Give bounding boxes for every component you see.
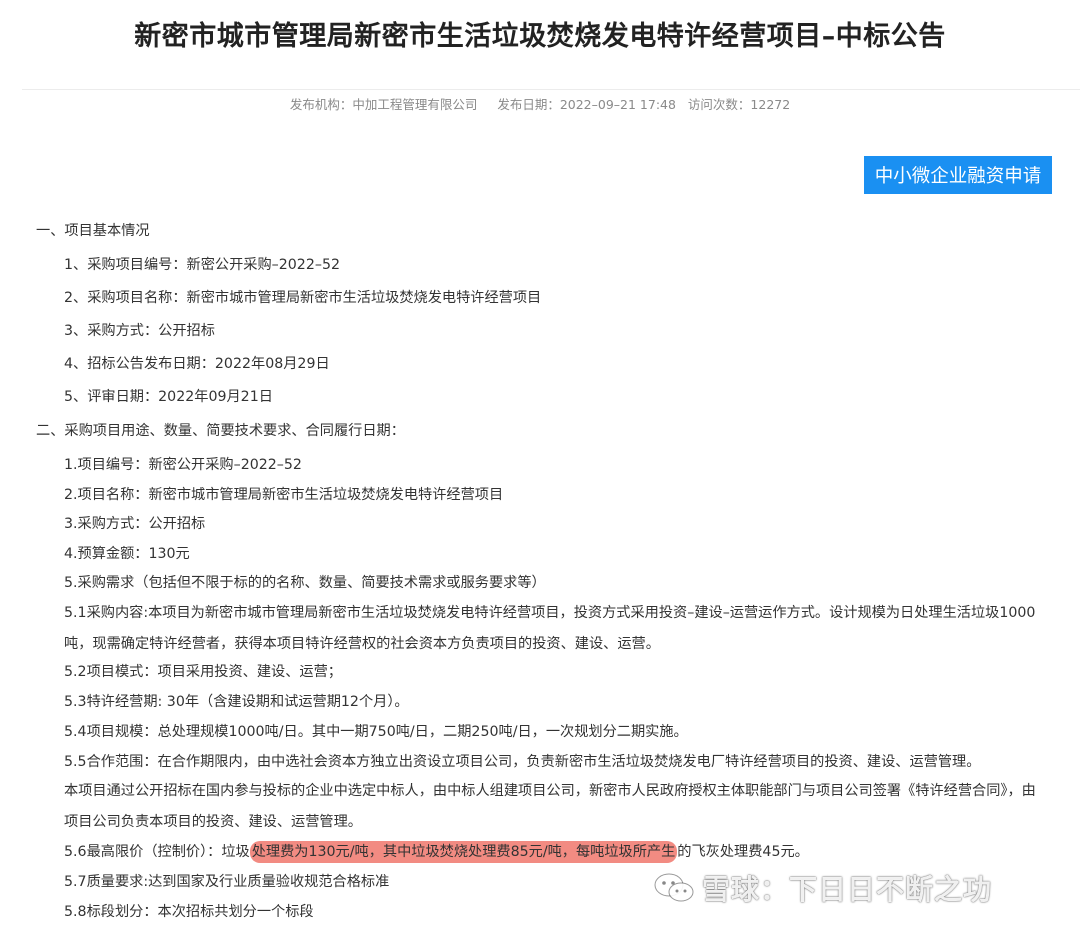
section1-item: 2、采购项目名称：新密市城市管理局新密市生活垃圾焚烧发电特许经营项目 xyxy=(64,290,542,306)
finance-apply-button[interactable]: 中小微企业融资申请 xyxy=(864,156,1052,194)
title-divider xyxy=(22,89,1080,90)
paragraph-5-5: 5.5合作范围：在合作期限内，由中选社会资本方独立出资设立项目公司，负责新密市生… xyxy=(64,754,981,770)
section2-item: 1.项目编号：新密公开采购–2022–52 xyxy=(64,457,302,473)
paragraph-5-6: 5.6最高限价（控制价）：垃圾 处理费为130元/吨，其中垃圾焚烧处理费85元/吨… xyxy=(64,841,809,863)
paragraph-5-4: 5.4项目规模：总处理规模1000吨/日。其中一期750吨/日，二期250吨/日… xyxy=(64,724,688,740)
watermark: 雪球：下日日不断之功 xyxy=(652,866,992,910)
watermark-text: 雪球：下日日不断之功 xyxy=(702,873,993,906)
section1-item: 3、采购方式：公开招标 xyxy=(64,323,215,339)
section2-item: 4.预算金额：130元 xyxy=(64,546,190,562)
section2-item: 5.采购需求（包括但不限于标的的名称、数量、简要技术需求或服务要求等） xyxy=(64,575,546,591)
highlighted-price-text: 处理费为130元/吨，其中垃圾焚烧处理费85元/吨，每吨垃圾所产生 xyxy=(249,841,678,863)
paragraph-5-8: 5.8标段划分：本次招标共划分一个标段 xyxy=(64,904,314,920)
section2-item: 3.采购方式：公开招标 xyxy=(64,516,206,532)
section1-item: 1、采购项目编号：新密公开采购–2022–52 xyxy=(64,257,340,273)
paragraph-5-2: 5.2项目模式：项目采用投资、建设、运营； xyxy=(64,664,342,680)
visit-count: 访问次数：12272 xyxy=(687,97,791,112)
paragraph-5-7: 5.7质量要求:达到国家及行业质量验收规范合格标准 xyxy=(64,874,390,890)
paragraph-5-5-detail: 本项目通过公开招标在国内参与投标的企业中选定中标人，由中标人组建项目公司，新密市… xyxy=(64,783,1036,830)
max-price-tail: 的飞灰处理费45元。 xyxy=(677,844,809,860)
publisher: 发布机构：中加工程管理有限公司 xyxy=(289,97,478,112)
paragraph-5-1: 5.1采购内容:本项目为新密市城市管理局新密市生活垃圾焚烧发电特许经营项目，投资… xyxy=(64,605,1036,652)
page-title: 新密市城市管理局新密市生活垃圾焚烧发电特许经营项目–中标公告 xyxy=(134,21,946,52)
section2-item: 2.项目名称：新密市城市管理局新密市生活垃圾焚烧发电特许经营项目 xyxy=(64,487,504,503)
section2-heading: 二、采购项目用途、数量、简要技术要求、合同履行日期： xyxy=(36,423,405,439)
publish-date: 发布日期：2022–09–21 17:48 xyxy=(497,97,676,112)
section1-item: 5、评审日期：2022年09月21日 xyxy=(64,389,273,405)
section1-item: 4、招标公告发布日期：2022年08月29日 xyxy=(64,356,330,372)
section1-heading: 一、项目基本情况 xyxy=(36,223,150,239)
meta-info: 发布机构：中加工程管理有限公司 发布日期：2022–09–21 17:48 访问… xyxy=(0,94,1080,113)
paragraph-5-3: 5.3特许经营期: 30年（含建设期和试运营期12个月）。 xyxy=(64,694,409,710)
wechat-icon xyxy=(654,873,694,902)
max-price-label: 5.6最高限价（控制价）：垃圾 xyxy=(64,844,250,860)
